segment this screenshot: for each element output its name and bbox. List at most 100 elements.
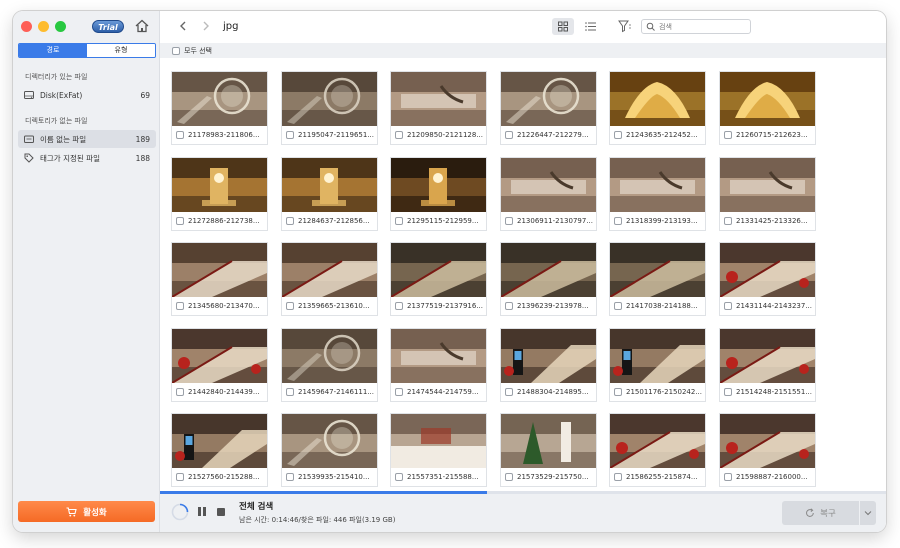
file-tile[interactable]: 21295115-212959... (390, 157, 487, 231)
stop-button[interactable] (217, 508, 225, 516)
file-thumbnail[interactable] (501, 158, 596, 212)
file-checkbox[interactable] (724, 473, 732, 481)
file-thumbnail[interactable] (172, 414, 267, 468)
file-checkbox[interactable] (176, 302, 184, 310)
file-thumbnail[interactable] (720, 72, 815, 126)
file-thumbnail[interactable] (610, 72, 705, 126)
file-checkbox[interactable] (176, 217, 184, 225)
file-checkbox[interactable] (505, 302, 513, 310)
file-checkbox[interactable] (614, 302, 622, 310)
home-icon[interactable] (134, 18, 150, 34)
file-checkbox[interactable] (176, 131, 184, 139)
close-window-button[interactable] (21, 21, 32, 32)
recover-options-button[interactable] (860, 501, 876, 525)
file-thumbnail[interactable] (720, 158, 815, 212)
sidebar-item-unnamed-files[interactable]: 이름 없는 파일 189 (18, 130, 156, 148)
file-tile[interactable]: 21488304-214895... (500, 328, 597, 402)
file-tile[interactable]: 21377519-2137916... (390, 242, 487, 316)
forward-button[interactable] (200, 20, 212, 32)
file-checkbox[interactable] (286, 131, 294, 139)
file-tile[interactable]: 21396239-213978... (500, 242, 597, 316)
file-checkbox[interactable] (176, 473, 184, 481)
file-checkbox[interactable] (176, 388, 184, 396)
file-thumbnail[interactable] (282, 329, 377, 383)
file-checkbox[interactable] (614, 473, 622, 481)
file-tile[interactable]: 21226447-212279... (500, 71, 597, 145)
file-tile[interactable]: 21501176-2150242... (609, 328, 706, 402)
file-thumbnail[interactable] (172, 158, 267, 212)
file-checkbox[interactable] (395, 131, 403, 139)
back-button[interactable] (177, 20, 189, 32)
file-tile[interactable]: 21359665-213610... (281, 242, 378, 316)
file-tile[interactable]: 21195047-2119651... (281, 71, 378, 145)
file-tile[interactable]: 21306911-2130797... (500, 157, 597, 231)
pause-button[interactable] (198, 507, 206, 516)
recover-button[interactable]: 복구 (782, 501, 859, 525)
file-tile[interactable]: 21586255-215874... (609, 413, 706, 487)
file-checkbox[interactable] (614, 217, 622, 225)
file-tile[interactable]: 21539935-215410... (281, 413, 378, 487)
file-tile[interactable]: 21284637-212856... (281, 157, 378, 231)
file-thumbnail[interactable] (720, 243, 815, 297)
file-thumbnail[interactable] (610, 243, 705, 297)
sidebar-item-disk[interactable]: Disk(ExFat) 69 (18, 86, 156, 104)
file-tile[interactable]: 21442840-214439... (171, 328, 268, 402)
tab-type[interactable]: 유형 (87, 44, 155, 57)
file-thumbnail[interactable] (391, 414, 486, 468)
maximize-window-button[interactable] (55, 21, 66, 32)
file-thumbnail[interactable] (610, 329, 705, 383)
file-checkbox[interactable] (505, 131, 513, 139)
file-checkbox[interactable] (395, 388, 403, 396)
file-thumbnail[interactable] (282, 243, 377, 297)
file-checkbox[interactable] (614, 388, 622, 396)
file-checkbox[interactable] (724, 302, 732, 310)
file-checkbox[interactable] (286, 388, 294, 396)
file-thumbnail[interactable] (172, 243, 267, 297)
file-thumbnail[interactable] (610, 414, 705, 468)
file-checkbox[interactable] (286, 302, 294, 310)
file-tile[interactable]: 21272886-212738... (171, 157, 268, 231)
file-thumbnail[interactable] (610, 158, 705, 212)
file-checkbox[interactable] (724, 131, 732, 139)
file-tile[interactable]: 21209850-2121128... (390, 71, 487, 145)
file-thumbnail[interactable] (172, 329, 267, 383)
file-tile[interactable]: 21527560-215288... (171, 413, 268, 487)
minimize-window-button[interactable] (38, 21, 49, 32)
file-thumbnail[interactable] (391, 243, 486, 297)
file-tile[interactable]: 21598887-216000... (719, 413, 816, 487)
file-thumbnail[interactable] (391, 329, 486, 383)
file-thumbnail[interactable] (282, 72, 377, 126)
file-tile[interactable]: 21331425-213326... (719, 157, 816, 231)
list-view-button[interactable] (580, 18, 602, 35)
file-checkbox[interactable] (724, 388, 732, 396)
file-thumbnail[interactable] (501, 72, 596, 126)
file-tile[interactable]: 21417038-214188... (609, 242, 706, 316)
tab-path[interactable]: 경로 (19, 44, 87, 57)
file-checkbox[interactable] (286, 473, 294, 481)
search-input[interactable] (659, 22, 744, 31)
file-tile[interactable]: 21557351-215588... (390, 413, 487, 487)
file-tile[interactable]: 21243635-212452... (609, 71, 706, 145)
file-thumbnail[interactable] (720, 329, 815, 383)
file-tile[interactable]: 21431144-2143237... (719, 242, 816, 316)
file-tile[interactable]: 21318399-213193... (609, 157, 706, 231)
trial-badge[interactable]: Trial (92, 20, 124, 33)
file-checkbox[interactable] (505, 473, 513, 481)
file-thumbnail[interactable] (391, 72, 486, 126)
file-thumbnail[interactable] (501, 414, 596, 468)
file-checkbox[interactable] (395, 217, 403, 225)
file-checkbox[interactable] (505, 388, 513, 396)
file-tile[interactable]: 21459647-2146111... (281, 328, 378, 402)
file-thumbnail[interactable] (282, 414, 377, 468)
sidebar-item-tagged-files[interactable]: 태그가 지정된 파일 188 (18, 149, 156, 167)
file-thumbnail[interactable] (391, 158, 486, 212)
file-checkbox[interactable] (614, 131, 622, 139)
file-checkbox[interactable] (505, 217, 513, 225)
file-thumbnail[interactable] (501, 329, 596, 383)
file-tile[interactable]: 21260715-212623... (719, 71, 816, 145)
file-checkbox[interactable] (724, 217, 732, 225)
file-thumbnail[interactable] (172, 72, 267, 126)
file-tile[interactable]: 21345680-213470... (171, 242, 268, 316)
grid-view-button[interactable] (552, 18, 574, 35)
filter-icon[interactable] (618, 19, 632, 33)
